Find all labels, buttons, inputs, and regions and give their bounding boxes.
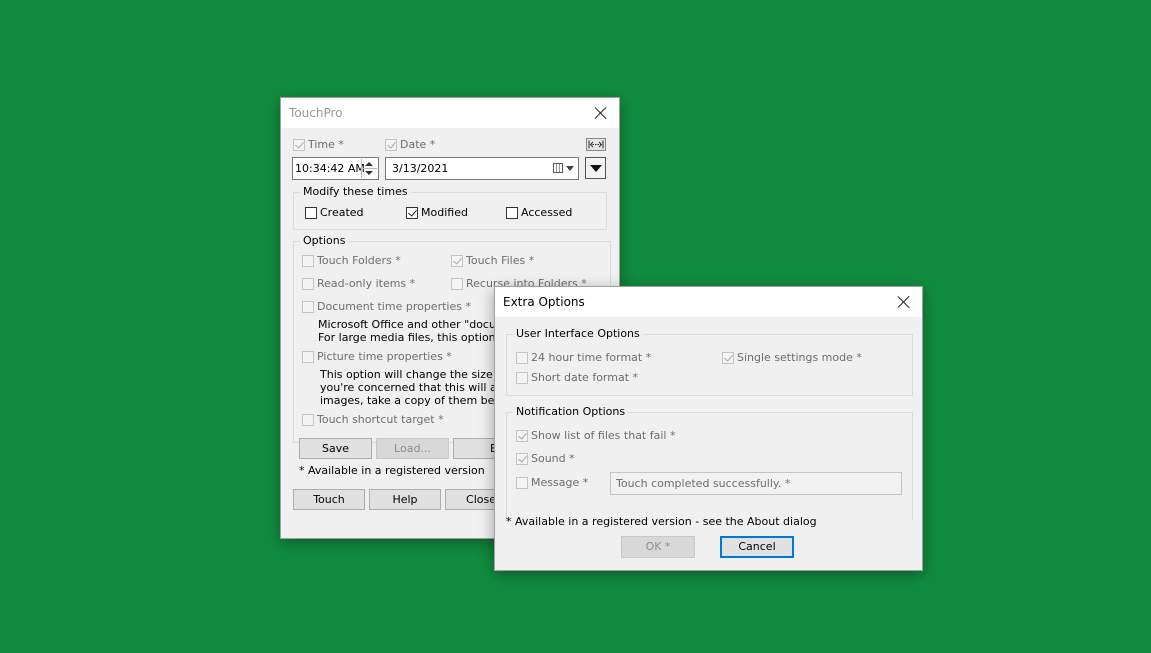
- registered-note: * Available in a registered version: [299, 464, 485, 477]
- sound-label: Sound *: [531, 452, 575, 465]
- extra-options-close-icon[interactable]: [894, 292, 914, 312]
- single-settings-label: Single settings mode *: [737, 351, 862, 364]
- doc-desc-line-2: For large media files, this option may: [318, 331, 524, 344]
- touch-files-label: Touch Files *: [466, 254, 535, 267]
- save-button[interactable]: Save: [299, 438, 372, 459]
- notification-options-label: Notification Options: [513, 405, 629, 418]
- ok-button[interactable]: OK *: [621, 536, 695, 558]
- single-settings-checkbox[interactable]: [722, 352, 734, 364]
- expand-icon[interactable]: [586, 138, 606, 151]
- message-checkbox[interactable]: [516, 477, 528, 489]
- more-dropdown-icon: [590, 165, 602, 172]
- time-label: Time *: [308, 138, 344, 151]
- date-picker[interactable]: 3/13/2021: [385, 157, 579, 180]
- calendar-icon[interactable]: [553, 163, 563, 173]
- pic-desc-line-2: you're concerned that this will affect: [320, 381, 522, 394]
- sound-checkbox[interactable]: [516, 453, 528, 465]
- shortcut-target-label: Touch shortcut target *: [317, 413, 444, 426]
- message-value: Touch completed successfully. *: [616, 477, 791, 490]
- touch-files-checkbox[interactable]: [451, 255, 463, 267]
- help-button[interactable]: Help: [369, 489, 441, 510]
- message-input[interactable]: Touch completed successfully. *: [610, 472, 902, 495]
- hour24-checkbox[interactable]: [516, 352, 528, 364]
- date-label: Date *: [400, 138, 436, 151]
- shortcut-target-checkbox[interactable]: [302, 414, 314, 426]
- touchpro-titlebar[interactable]: TouchPro: [281, 98, 619, 128]
- time-value: 10:34:42 AM: [295, 162, 365, 175]
- extra-registered-note: * Available in a registered version - se…: [506, 515, 817, 528]
- cancel-button[interactable]: Cancel: [720, 536, 794, 558]
- short-date-checkbox[interactable]: [516, 372, 528, 384]
- extra-options-titlebar[interactable]: Extra Options: [495, 287, 922, 317]
- pic-time-props-checkbox[interactable]: [302, 351, 314, 363]
- touch-folders-checkbox[interactable]: [302, 255, 314, 267]
- show-list-checkbox[interactable]: [516, 430, 528, 442]
- recurse-folders-checkbox[interactable]: [451, 278, 463, 290]
- options-label: Options: [300, 234, 349, 247]
- more-dropdown-button[interactable]: [585, 157, 606, 179]
- touch-folders-label: Touch Folders *: [317, 254, 401, 267]
- date-value: 3/13/2021: [392, 162, 449, 175]
- readonly-items-label: Read-only items *: [317, 277, 416, 290]
- doc-time-props-checkbox[interactable]: [302, 301, 314, 313]
- time-spinner[interactable]: [361, 159, 377, 178]
- doc-desc-line-1: Microsoft Office and other "documen: [318, 318, 521, 331]
- modified-label: Modified: [421, 206, 468, 219]
- accessed-checkbox[interactable]: [506, 207, 518, 219]
- time-checkbox[interactable]: [293, 139, 305, 151]
- accessed-label: Accessed: [521, 206, 573, 219]
- modify-times-label: Modify these times: [300, 185, 411, 198]
- extra-options-title: Extra Options: [503, 295, 585, 309]
- spin-up-icon[interactable]: [365, 162, 373, 166]
- ui-options-group: User Interface Options: [506, 327, 913, 396]
- modified-checkbox[interactable]: [406, 207, 418, 219]
- date-checkbox[interactable]: [385, 139, 397, 151]
- readonly-items-checkbox[interactable]: [302, 278, 314, 290]
- created-checkbox[interactable]: [305, 207, 317, 219]
- touchpro-title: TouchPro: [289, 106, 343, 120]
- ui-options-label: User Interface Options: [513, 327, 643, 340]
- spin-down-icon[interactable]: [365, 171, 373, 175]
- short-date-label: Short date format *: [531, 371, 639, 384]
- touchpro-close-icon[interactable]: [591, 103, 611, 123]
- show-list-label: Show list of files that fail *: [531, 429, 676, 442]
- pic-time-props-label: Picture time properties *: [317, 350, 452, 363]
- hour24-label: 24 hour time format *: [531, 351, 652, 364]
- created-label: Created: [320, 206, 364, 219]
- extra-options-window: Extra Options User Interface Options 24 …: [494, 286, 923, 571]
- load-button[interactable]: Load...: [376, 438, 449, 459]
- message-label: Message *: [531, 476, 589, 489]
- touch-button[interactable]: Touch: [293, 489, 365, 510]
- date-dropdown-icon[interactable]: [566, 166, 574, 171]
- time-input[interactable]: 10:34:42 AM: [292, 157, 379, 180]
- doc-time-props-label: Document time properties *: [317, 300, 471, 313]
